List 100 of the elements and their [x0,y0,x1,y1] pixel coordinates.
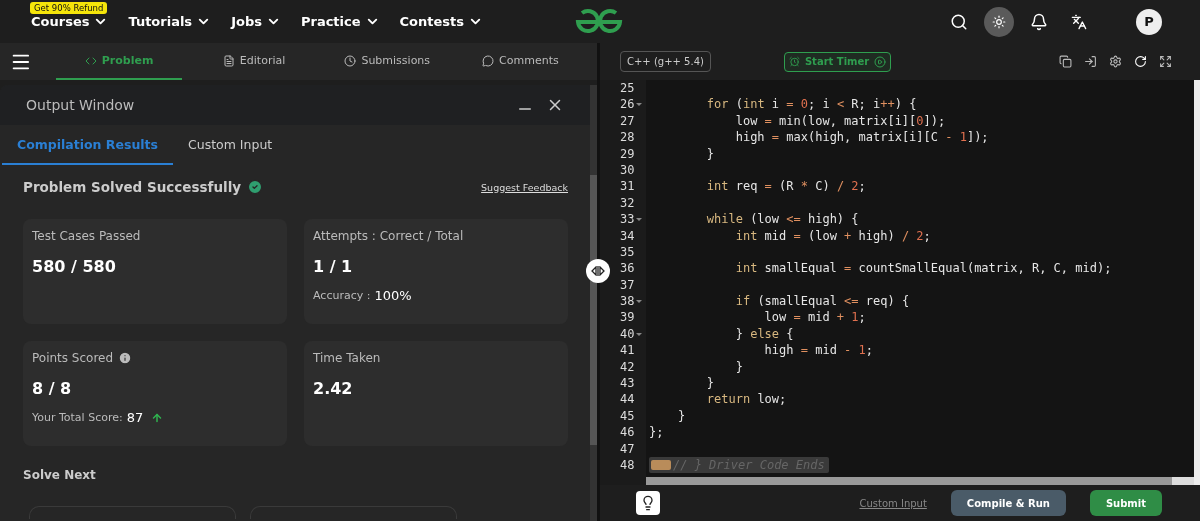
code-line: high = max(high, matrix[i][C - 1]); [734,129,990,146]
section-heading: Solve Next [23,468,97,482]
search-icon[interactable] [950,12,968,31]
lightbulb-icon [640,495,656,511]
check-circle-icon [247,179,264,195]
detail-label: Accuracy : [313,289,371,302]
sun-icon [992,14,1006,29]
line-number: 38 [600,293,646,310]
line-number: 48 [619,457,636,474]
line-number: 25 [619,80,636,97]
fullscreen-icon[interactable] [1159,55,1172,68]
fold-arrow-icon[interactable] [636,332,642,336]
suggest-feedback-link[interactable]: Suggest Feedback [481,181,568,193]
split-arrows-icon [591,266,605,276]
problem-tab[interactable]: Problem [55,43,183,80]
language-select[interactable]: C++ (g++ 5.4) [620,51,711,72]
code-line: } [734,358,744,376]
detail-label: Your Total Score: [32,411,123,424]
logo-icon[interactable] [574,8,624,36]
result-tab[interactable]: Custom Input [173,125,288,165]
code-line: } [705,145,716,162]
card-value: 1 / 1 [313,257,354,276]
code-line: if (smallEqual <= req) { [734,293,911,310]
result-tab[interactable]: Compilation Results [2,125,173,165]
login-icon[interactable] [1084,55,1097,68]
code-line: for (int i = 0; i < R; i++) { [705,96,918,113]
code-line: } [676,407,687,425]
nav-menu-item[interactable]: Tutorials [128,14,212,29]
line-number: 37 [619,276,636,294]
bell-icon[interactable] [1030,12,1048,31]
translate-icon[interactable] [1071,13,1087,30]
scrollbar-thumb[interactable] [590,175,597,445]
settings-icon[interactable] [1109,55,1122,68]
copy-icon[interactable] [1059,55,1072,68]
problem-tab[interactable]: Editorial [197,43,311,80]
compile-run-button[interactable]: Compile & Run [950,490,1066,516]
detail-value: 100% [374,288,412,303]
code-line: low = min(low, matrix[i][0]); [734,112,947,130]
document-icon [222,54,235,67]
code-line: } [705,375,716,392]
card-label: Time Taken [313,351,381,365]
card-label: Test Cases Passed [32,229,141,243]
refund-badge: Get 90% Refund [30,2,108,14]
clock-icon [344,54,357,67]
line-number: 36 [619,260,636,277]
play-icon [874,55,887,68]
status-heading: Problem Solved Successfully [23,179,242,195]
card-value: 2.42 [313,379,354,398]
hint-button[interactable] [636,491,660,515]
code-line: high = mid - 1; [763,342,874,359]
line-number: 47 [619,440,636,457]
code-line: low = mid + 1; [763,309,867,326]
nav-menu-item[interactable]: Courses [31,14,109,29]
fold-arrow-icon[interactable] [636,218,642,222]
line-number: 26 [600,96,646,113]
chat-icon [482,54,495,67]
line-number: 27 [619,112,636,130]
info-icon[interactable] [118,351,133,365]
line-number: 30 [619,161,636,179]
line-number: 35 [619,243,636,261]
code-line: while (low <= high) { [705,211,860,228]
fold-widget-icon[interactable] [651,460,671,471]
fold-arrow-icon[interactable] [636,300,642,304]
nav-menu-item[interactable]: Practice [300,14,380,29]
line-number: 46 [619,424,636,441]
card-value: 8 / 8 [32,379,73,398]
line-number: 41 [619,342,636,359]
card-value: 580 / 580 [32,257,117,276]
detail-value: 87 [126,410,144,425]
line-number: 45 [619,407,636,425]
nav-menu-item[interactable]: Contests [399,14,483,29]
card-label: Attempts : Correct / Total [313,229,464,243]
theme-toggle[interactable] [984,6,1014,37]
code-line: } else { [734,325,795,343]
line-number: 29 [619,145,636,162]
alarm-clock-icon [788,56,800,67]
code-line: int smallEqual = countSmallEqual(matrix, R, C, mid); [734,260,1113,277]
nav-menu-item[interactable]: Jobs [231,14,281,29]
problem-tab[interactable]: Submissions [330,43,444,80]
line-number: 33 [600,211,646,228]
refresh-icon[interactable] [1134,55,1147,68]
problem-tab[interactable]: Comments [463,43,577,80]
line-number: 40 [600,325,646,343]
line-number: 32 [619,194,636,212]
custom-input-link[interactable]: Custom Input [859,497,927,509]
line-number: 43 [619,375,636,392]
code-line: int mid = (low + high) / 2; [734,227,932,244]
line-number: 34 [619,227,636,244]
window-title: Output Window [26,97,135,113]
start-timer-button[interactable]: Start Timer [783,51,892,72]
line-number: 39 [619,309,636,326]
submit-button[interactable]: Submit [1089,490,1162,516]
line-number: 31 [619,178,636,195]
card-label: Points Scored [32,351,114,365]
user-avatar[interactable]: P [1136,8,1162,35]
code-line: return low; [705,391,788,408]
vertical-scrollbar[interactable] [1194,80,1200,485]
code-line: }; [648,424,665,441]
fold-arrow-icon[interactable] [636,103,642,107]
code-line: int req = (R * C) / 2; [705,178,867,195]
